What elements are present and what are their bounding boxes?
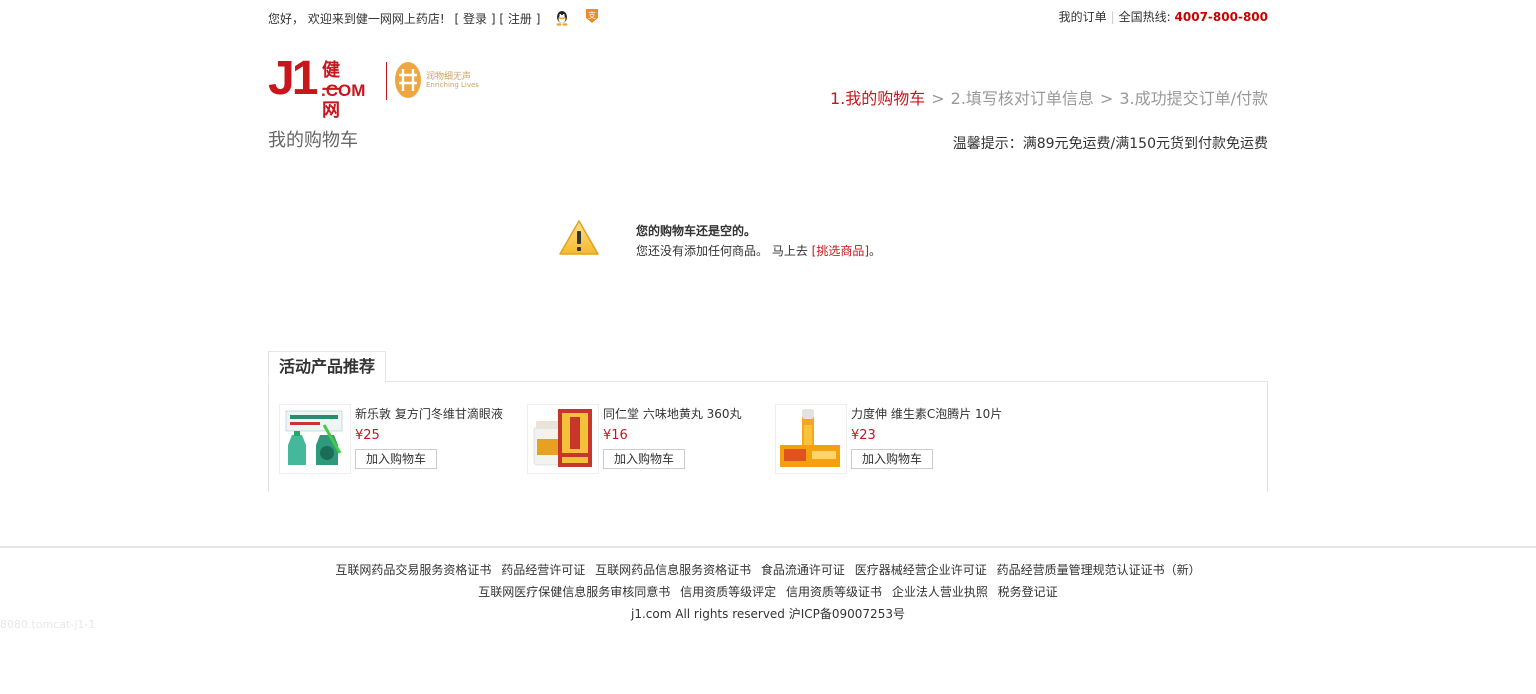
step-fill-order: 2.填写核对订单信息 — [950, 89, 1094, 108]
cart-title-row: 我的购物车 温馨提示：满89元免运费/满150元货到付款免运费 — [268, 126, 1268, 166]
checkout-steps: 1.我的购物车 >2.填写核对订单信息 >3.成功提交订单/付款 — [830, 85, 1268, 109]
qq-penguin-icon[interactable] — [554, 10, 570, 26]
product-price: ¥23 — [851, 428, 876, 443]
logo-slogan-en: Enriching Lives — [426, 81, 479, 89]
logo-badge-icon — [394, 61, 422, 99]
footer-link[interactable]: 医疗器械经营企业许可证 — [855, 563, 987, 577]
footer-link[interactable]: 企业法人营业执照 — [892, 585, 988, 599]
product-card: 力度伸 维生素C泡腾片 10片 ¥23 加入购物车 — [775, 404, 1015, 474]
product-name[interactable]: 力度伸 维生素C泡腾片 10片 — [851, 405, 1002, 422]
empty-cart-desc-end: 。 — [869, 244, 882, 258]
hotline-label: 全国热线: — [1118, 10, 1171, 24]
footer-link[interactable]: 药品经营许可证 — [501, 563, 585, 577]
footer-link[interactable]: 药品经营质量管理规范认证证书（新） — [997, 563, 1201, 577]
product-name[interactable]: 新乐敦 复方门冬维甘滴眼液 — [355, 405, 503, 422]
footer-link[interactable]: 互联网药品交易服务资格证书 — [335, 563, 491, 577]
footer-link[interactable]: 信用资质等级证书 — [786, 585, 882, 599]
add-to-cart-button[interactable]: 加入购物车 — [603, 449, 685, 469]
product-card: 新乐敦 复方门冬维甘滴眼液 ¥25 加入购物车 — [279, 404, 519, 474]
top-bar-right: 我的订单 | 全国热线: 4007-800-800 — [1058, 10, 1268, 24]
logo-slogan: 润物细无声 Enriching Lives — [426, 73, 479, 90]
product-name[interactable]: 同仁堂 六味地黄丸 360丸 — [603, 405, 742, 422]
page-container: 您好， 欢迎来到健一网网上药店! [ 登录 ] [ 注册 ] 支 我的订单 | … — [268, 0, 1268, 493]
product-image[interactable] — [279, 404, 351, 474]
footer-license-links-2: 互联网医疗保健信息服务审核同意书 信用资质等级评定 信用资质等级证书 企业法人营… — [0, 583, 1536, 600]
shipping-tip: 温馨提示：满89元免运费/满150元货到付款免运费 — [952, 136, 1268, 152]
empty-cart-title: 您的购物车还是空的。 — [636, 224, 757, 238]
hotline-number: 4007-800-800 — [1174, 10, 1268, 24]
product-price: ¥25 — [355, 428, 380, 443]
empty-cart-desc-text: 您还没有添加任何商品。 马上去 — [636, 244, 808, 258]
warning-icon — [558, 219, 600, 257]
step-cart: 1.我的购物车 — [829, 89, 926, 108]
product-image[interactable] — [527, 404, 599, 474]
recommend-section: 活动产品推荐 新乐敦 复方门冬维甘滴眼液 ¥25 加入购物车 同仁堂 六味地黄丸… — [268, 351, 1268, 493]
footer-copyright: j1.com All rights reserved 沪ICP备09007253… — [631, 607, 905, 621]
header: J1 健一网 .COM 润物细无声 Enriching Lives 1.我的购物… — [268, 31, 1268, 126]
page-title: 我的购物车 — [268, 130, 358, 151]
svg-text:支: 支 — [588, 10, 596, 20]
footer: 互联网药品交易服务资格证书 药品经营许可证 互联网药品信息服务资格证书 食品流通… — [0, 546, 1536, 622]
empty-cart-notice: 您的购物车还是空的。 您还没有添加任何商品。 马上去 [挑选商品]。 — [268, 166, 1268, 351]
add-to-cart-button[interactable]: 加入购物车 — [355, 449, 437, 469]
greeting-text: 您好， 欢迎来到健一网网上药店! — [268, 12, 445, 26]
footer-link[interactable]: 互联网医疗保健信息服务审核同意书 — [478, 585, 670, 599]
footer-link[interactable]: 互联网药品信息服务资格证书 — [595, 563, 751, 577]
browse-products-link[interactable]: [挑选商品] — [812, 244, 869, 258]
product-price: ¥16 — [603, 428, 628, 443]
logo-divider — [386, 62, 387, 100]
logo-com: .COM — [321, 81, 366, 100]
register-link[interactable]: 注册 — [508, 12, 532, 26]
my-orders-link[interactable]: 我的订单 — [1059, 10, 1107, 24]
alipay-icon[interactable]: 支 — [584, 8, 600, 24]
footer-license-links-1: 互联网药品交易服务资格证书 药品经营许可证 互联网药品信息服务资格证书 食品流通… — [0, 561, 1536, 578]
product-image[interactable] — [775, 404, 847, 474]
logo-j1: J1 — [268, 52, 318, 105]
recommend-heading: 活动产品推荐 — [268, 351, 387, 383]
top-bar: 您好， 欢迎来到健一网网上药店! [ 登录 ] [ 注册 ] 支 我的订单 | … — [268, 0, 1268, 31]
footer-link[interactable]: 信用资质等级评定 — [680, 585, 776, 599]
login-link[interactable]: 登录 — [463, 12, 487, 26]
empty-cart-desc: 您还没有添加任何商品。 马上去 [挑选商品]。 — [636, 242, 881, 259]
product-card: 同仁堂 六味地黄丸 360丸 ¥16 加入购物车 — [527, 404, 767, 474]
footer-link[interactable]: 税务登记证 — [998, 585, 1058, 599]
recommend-box: 新乐敦 复方门冬维甘滴眼液 ¥25 加入购物车 同仁堂 六味地黄丸 360丸 ¥… — [268, 381, 1268, 492]
server-tag: 8080.tomcat-j1-1 — [0, 618, 96, 631]
step-submit: 3.成功提交订单/付款 — [1119, 89, 1268, 108]
footer-link[interactable]: 食品流通许可证 — [761, 563, 845, 577]
top-bar-left: 您好， 欢迎来到健一网网上药店! [ 登录 ] [ 注册 ] 支 — [268, 8, 600, 27]
step-separator: > — [1099, 89, 1114, 108]
step-separator: > — [931, 89, 945, 108]
add-to-cart-button[interactable]: 加入购物车 — [851, 449, 933, 469]
